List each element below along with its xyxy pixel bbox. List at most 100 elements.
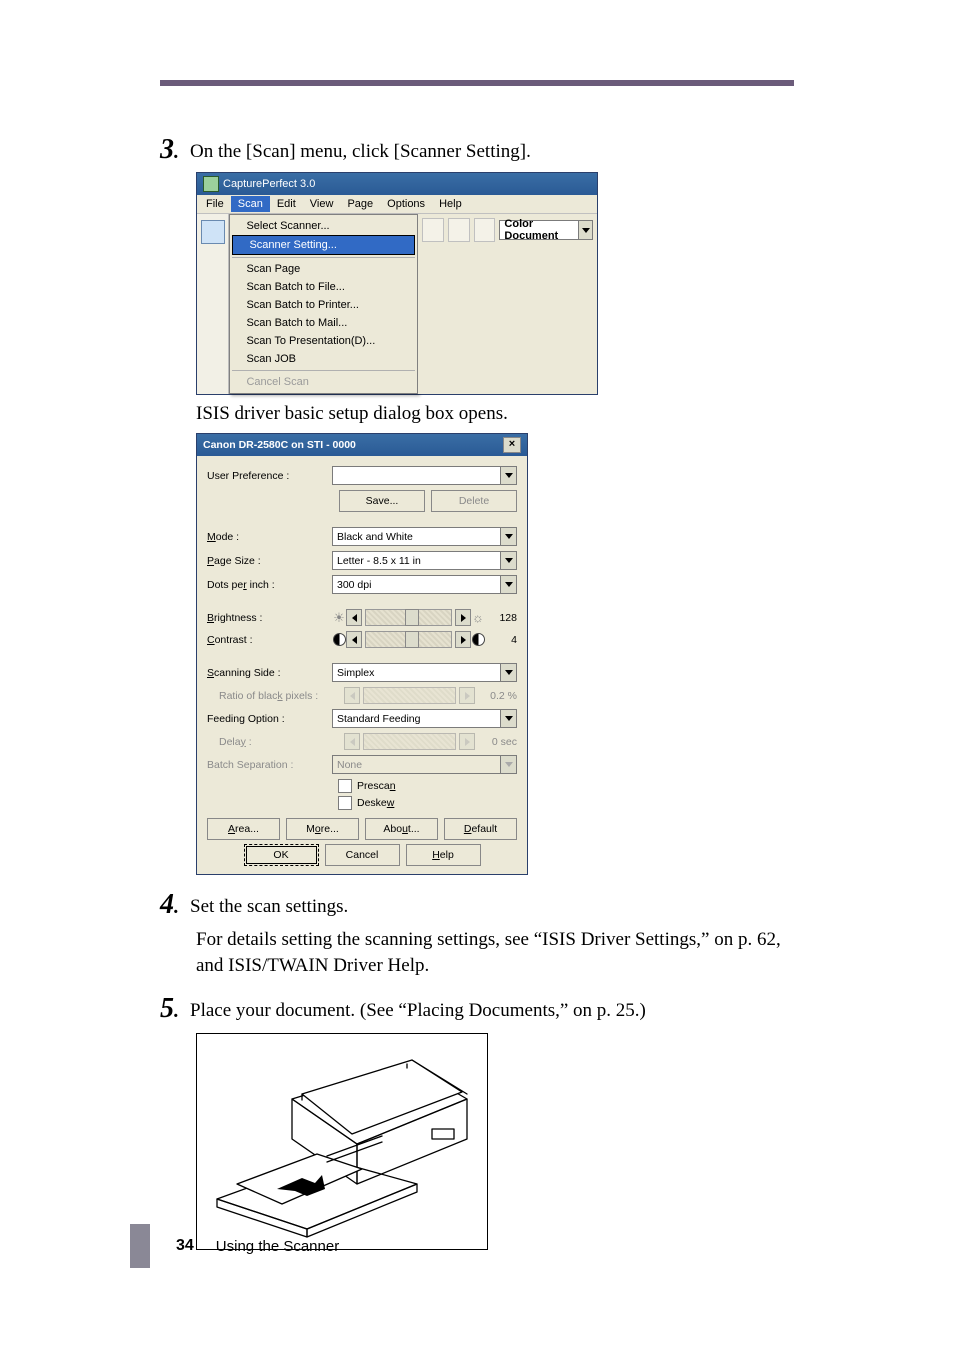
page-footer: 34 Using the Scanner [130,1224,339,1268]
default-button[interactable]: Default [444,818,517,840]
isis-titlebar: Canon DR-2580C on STI - 0000 × [197,434,527,456]
dpi-value: 300 dpi [333,579,500,591]
close-icon[interactable]: × [503,437,521,453]
sun-dim-icon: ☀ [332,610,346,626]
help-button[interactable]: Help [406,844,481,866]
menu-bar: File Scan Edit View Page Options Help [197,195,597,214]
chevron-down-icon [500,756,516,773]
step-3-text: On the [Scan] menu, click [Scanner Setti… [190,136,531,165]
step-4-number: 4. [160,891,190,921]
page-size-label: Page Size : [207,555,332,567]
area-button[interactable]: Area... [207,818,280,840]
ratio-value: 0.2 % [475,690,517,702]
step-3: 3. On the [Scan] menu, click [Scanner Se… [160,136,794,166]
dpi-select[interactable]: 300 dpi [332,575,517,594]
deskew-checkbox[interactable] [338,796,352,810]
color-mode-select[interactable]: Color Document [499,220,593,240]
mode-value: Black and White [333,531,500,543]
menu-item-scanner-setting[interactable]: Scanner Setting... [232,235,415,255]
ratio-slider [363,687,456,704]
more-button[interactable]: More... [286,818,359,840]
slider-right-button[interactable] [455,609,471,626]
ok-button[interactable]: OK [244,844,319,866]
step-3-number: 3. [160,136,190,166]
scanning-side-value: Simplex [333,667,500,679]
scanner-illustration [196,1033,488,1250]
delete-button: Delete [431,490,517,512]
menu-item-select-scanner[interactable]: Select Scanner... [230,217,417,235]
brightness-value: 128 [485,612,517,624]
menu-options[interactable]: Options [380,196,432,212]
step-4: 4. Set the scan settings. [160,891,794,921]
menu-view[interactable]: View [303,196,341,212]
scanning-side-label: Scanning Side : [207,667,332,679]
menu-edit[interactable]: Edit [270,196,303,212]
slider-left-button[interactable] [346,631,362,648]
isis-dialog: Canon DR-2580C on STI - 0000 × User Pref… [196,433,528,875]
toolbar-left [197,214,229,394]
contrast-high-icon [471,633,485,646]
contrast-low-icon [332,633,346,646]
chevron-down-icon [500,664,516,681]
batch-label: Batch Separation : [207,759,332,771]
toolbar-button-2[interactable] [448,218,470,242]
scanning-side-select[interactable]: Simplex [332,663,517,682]
toolbar-button-3[interactable] [474,218,496,242]
slider-left-button[interactable] [346,609,362,626]
contrast-label: Contrast : [207,634,332,646]
step-4-body: For details setting the scanning setting… [196,927,794,979]
cancel-button[interactable]: Cancel [325,844,400,866]
mode-select[interactable]: Black and White [332,527,517,546]
user-pref-select[interactable] [332,466,517,485]
scan-icon[interactable] [201,220,225,244]
brightness-slider[interactable] [365,609,452,626]
toolbar-button-1[interactable] [422,218,444,242]
menu-item-scan-batch-printer[interactable]: Scan Batch to Printer... [230,296,417,314]
step-5-text: Place your document. (See “Placing Docum… [190,995,646,1024]
batch-value: None [333,759,500,771]
contrast-slider[interactable] [365,631,452,648]
save-button[interactable]: Save... [339,490,425,512]
footer-tab [130,1224,150,1268]
menu-file[interactable]: File [199,196,231,212]
user-pref-label: User Preference : [207,470,332,482]
chevron-down-icon [500,552,516,569]
deskew-label: Deskew [357,797,394,809]
page-size-select[interactable]: Letter - 8.5 x 11 in [332,551,517,570]
menu-item-scan-page[interactable]: Scan Page [230,260,417,278]
menu-item-scan-batch-mail[interactable]: Scan Batch to Mail... [230,314,417,332]
menu-item-scan-job[interactable]: Scan JOB [230,350,417,368]
chevron-down-icon [500,528,516,545]
menu-scan[interactable]: Scan [231,196,270,212]
window-titlebar: CapturePerfect 3.0 [197,173,597,195]
prescan-checkbox[interactable] [338,779,352,793]
feeding-select[interactable]: Standard Feeding [332,709,517,728]
about-button[interactable]: About... [365,818,438,840]
menu-help[interactable]: Help [432,196,469,212]
step-5-number: 5. [160,995,190,1025]
scanner-svg [207,1044,477,1239]
header-rule [160,80,794,86]
page-number: 34 [176,1237,194,1255]
scan-menu-dropdown: Select Scanner... Scanner Setting... Sca… [229,214,418,394]
footer-section: Using the Scanner [216,1238,339,1255]
batch-select: None [332,755,517,774]
chevron-down-icon [500,576,516,593]
captureperfect-window: CapturePerfect 3.0 File Scan Edit View P… [196,172,598,395]
page-size-value: Letter - 8.5 x 11 in [333,555,500,567]
menu-page[interactable]: Page [340,196,380,212]
delay-label: Delay : [207,736,344,748]
contrast-value: 4 [485,634,517,646]
delay-value: 0 sec [475,736,517,748]
dpi-label: Dots per inch : [207,579,332,591]
menu-item-scan-batch-file[interactable]: Scan Batch to File... [230,278,417,296]
step-4-text: Set the scan settings. [190,891,348,920]
app-icon [203,176,219,192]
slider-right-button [459,733,475,750]
slider-left-button [344,733,360,750]
slider-left-button [344,687,360,704]
dropdown-arrow-icon [578,221,592,239]
step-5: 5. Place your document. (See “Placing Do… [160,995,794,1025]
menu-item-scan-to-presentation[interactable]: Scan To Presentation(D)... [230,332,417,350]
slider-right-button[interactable] [455,631,471,648]
